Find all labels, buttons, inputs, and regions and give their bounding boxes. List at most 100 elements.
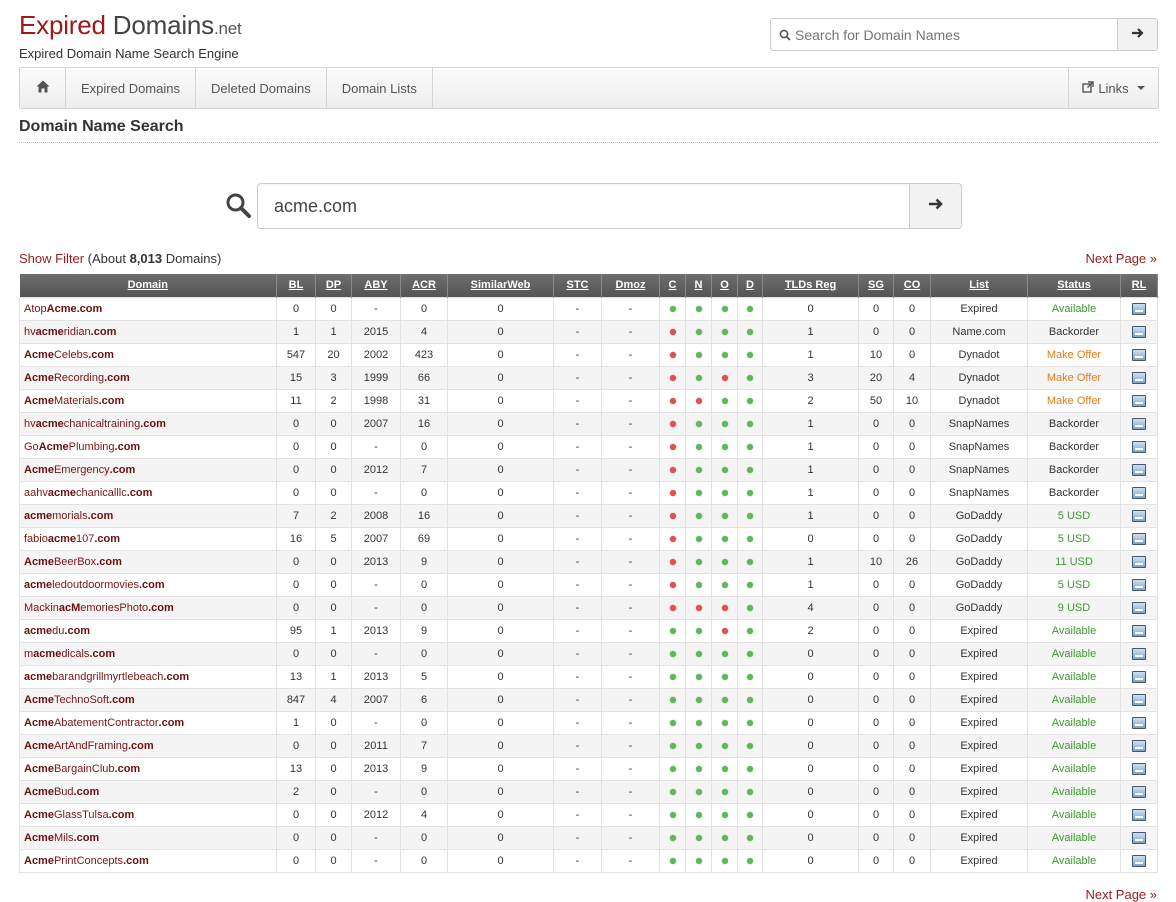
reverse-lookup-icon[interactable] xyxy=(1132,532,1146,545)
domain-cell[interactable]: AcmeBeerBox.com xyxy=(19,549,277,574)
rl-cell[interactable] xyxy=(1120,595,1158,620)
rl-cell[interactable] xyxy=(1120,687,1158,712)
domain-cell[interactable]: AcmeBud.com xyxy=(19,779,277,804)
rl-cell[interactable] xyxy=(1120,457,1158,482)
column-header-tlds-reg[interactable]: TLDs Reg xyxy=(762,274,859,297)
status-cell[interactable]: Available xyxy=(1027,664,1121,689)
rl-cell[interactable] xyxy=(1120,641,1158,666)
column-header-bl[interactable]: BL xyxy=(276,274,316,297)
status-cell[interactable]: Available xyxy=(1027,687,1121,712)
domain-cell[interactable]: fabioacme107.com xyxy=(19,526,277,551)
domain-cell[interactable]: acmemorials.com xyxy=(19,503,277,528)
reverse-lookup-icon[interactable] xyxy=(1132,325,1146,338)
reverse-lookup-icon[interactable] xyxy=(1132,831,1146,844)
reverse-lookup-icon[interactable] xyxy=(1132,371,1146,384)
rl-cell[interactable] xyxy=(1120,549,1158,574)
column-header-o[interactable]: O xyxy=(711,274,738,297)
reverse-lookup-icon[interactable] xyxy=(1132,716,1146,729)
status-cell[interactable]: 5 USD xyxy=(1027,526,1121,551)
status-cell[interactable]: Available xyxy=(1027,779,1121,804)
rl-cell[interactable] xyxy=(1120,503,1158,528)
status-cell[interactable]: Available xyxy=(1027,756,1121,781)
column-header-aby[interactable]: ABY xyxy=(351,274,401,297)
status-cell[interactable]: Available xyxy=(1027,733,1121,758)
next-page-link-bottom[interactable]: Next Page » xyxy=(1085,887,1157,902)
rl-cell[interactable] xyxy=(1120,411,1158,436)
rl-cell[interactable] xyxy=(1120,802,1158,827)
reverse-lookup-icon[interactable] xyxy=(1132,601,1146,614)
site-logo[interactable]: Expired Domains.net Expired Domain Name … xyxy=(19,10,242,61)
reverse-lookup-icon[interactable] xyxy=(1132,624,1146,637)
domain-cell[interactable]: AcmeCelebs.com xyxy=(19,342,277,367)
rl-cell[interactable] xyxy=(1120,733,1158,758)
show-filter-link[interactable]: Show Filter xyxy=(19,251,84,266)
column-header-c[interactable]: C xyxy=(659,274,686,297)
domain-cell[interactable]: AcmeArtAndFraming.com xyxy=(19,733,277,758)
domain-cell[interactable]: AcmeBargainClub.com xyxy=(19,756,277,781)
rl-cell[interactable] xyxy=(1120,434,1158,459)
reverse-lookup-icon[interactable] xyxy=(1132,463,1146,476)
domain-cell[interactable]: hvacmeridian.com xyxy=(19,319,277,344)
column-header-co[interactable]: CO xyxy=(893,274,931,297)
reverse-lookup-icon[interactable] xyxy=(1132,739,1146,752)
header-search-button[interactable] xyxy=(1117,19,1157,50)
reverse-lookup-icon[interactable] xyxy=(1132,486,1146,499)
domain-cell[interactable]: AcmePrintConcepts.com xyxy=(19,848,277,873)
rl-cell[interactable] xyxy=(1120,825,1158,850)
domain-cell[interactable]: AtopAcme.com xyxy=(19,296,277,321)
status-cell[interactable]: Make Offer xyxy=(1027,342,1121,367)
reverse-lookup-icon[interactable] xyxy=(1132,854,1146,867)
domain-cell[interactable]: AcmeRecording.com xyxy=(19,365,277,390)
status-cell[interactable]: Make Offer xyxy=(1027,388,1121,413)
reverse-lookup-icon[interactable] xyxy=(1132,670,1146,683)
reverse-lookup-icon[interactable] xyxy=(1132,808,1146,821)
domain-cell[interactable]: AcmeTechnoSoft.com xyxy=(19,687,277,712)
rl-cell[interactable] xyxy=(1120,664,1158,689)
status-cell[interactable]: 9 USD xyxy=(1027,595,1121,620)
reverse-lookup-icon[interactable] xyxy=(1132,693,1146,706)
rl-cell[interactable] xyxy=(1120,618,1158,643)
column-header-n[interactable]: N xyxy=(685,274,712,297)
column-header-status[interactable]: Status xyxy=(1027,274,1121,297)
reverse-lookup-icon[interactable] xyxy=(1132,785,1146,798)
status-cell[interactable]: Available xyxy=(1027,825,1121,850)
rl-cell[interactable] xyxy=(1120,342,1158,367)
reverse-lookup-icon[interactable] xyxy=(1132,302,1146,315)
domain-cell[interactable]: AcmeAbatementContractor.com xyxy=(19,710,277,735)
column-header-list[interactable]: List xyxy=(930,274,1028,297)
domain-cell[interactable]: GoAcmePlumbing.com xyxy=(19,434,277,459)
status-cell[interactable]: Available xyxy=(1027,618,1121,643)
domain-cell[interactable]: AcmeMaterials.com xyxy=(19,388,277,413)
rl-cell[interactable] xyxy=(1120,710,1158,735)
column-header-dp[interactable]: DP xyxy=(315,274,352,297)
column-header-rl[interactable]: RL xyxy=(1120,274,1158,297)
domain-cell[interactable]: acmeledoutdoormovies.com xyxy=(19,572,277,597)
reverse-lookup-icon[interactable] xyxy=(1132,509,1146,522)
domain-cell[interactable]: aahvacmechanicalllc.com xyxy=(19,480,277,505)
reverse-lookup-icon[interactable] xyxy=(1132,440,1146,453)
rl-cell[interactable] xyxy=(1120,319,1158,344)
domain-cell[interactable]: AcmeEmergency.com xyxy=(19,457,277,482)
reverse-lookup-icon[interactable] xyxy=(1132,417,1146,430)
reverse-lookup-icon[interactable] xyxy=(1132,394,1146,407)
domain-cell[interactable]: acmedu.com xyxy=(19,618,277,643)
domain-cell[interactable]: acmebarandgrillmyrtlebeach.com xyxy=(19,664,277,689)
nav-home[interactable] xyxy=(20,68,66,108)
rl-cell[interactable] xyxy=(1120,480,1158,505)
status-cell[interactable]: Available xyxy=(1027,848,1121,873)
column-header-acr[interactable]: ACR xyxy=(400,274,448,297)
domain-cell[interactable]: hvacmechanicaltraining.com xyxy=(19,411,277,436)
rl-cell[interactable] xyxy=(1120,296,1158,321)
column-header-similarweb[interactable]: SimilarWeb xyxy=(447,274,554,297)
next-page-link-top[interactable]: Next Page » xyxy=(1085,251,1157,266)
status-cell[interactable]: 5 USD xyxy=(1027,503,1121,528)
rl-cell[interactable] xyxy=(1120,526,1158,551)
nav-deleted-domains[interactable]: Deleted Domains xyxy=(196,68,327,108)
rl-cell[interactable] xyxy=(1120,365,1158,390)
rl-cell[interactable] xyxy=(1120,779,1158,804)
domain-cell[interactable]: AcmeGlassTulsa.com xyxy=(19,802,277,827)
column-header-stc[interactable]: STC xyxy=(553,274,602,297)
main-search-button[interactable] xyxy=(909,184,961,228)
domain-cell[interactable]: macmedicals.com xyxy=(19,641,277,666)
nav-expired-domains[interactable]: Expired Domains xyxy=(66,68,196,108)
